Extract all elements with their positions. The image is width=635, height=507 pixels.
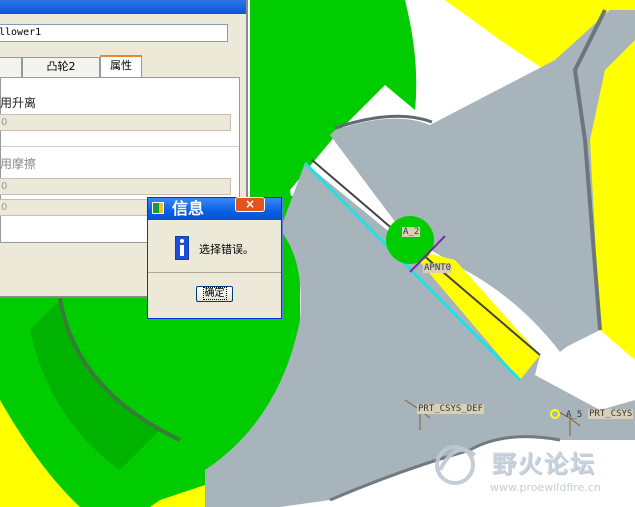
datum-label-a2: A_2	[402, 227, 421, 237]
section-divider	[1, 146, 239, 147]
properties-dialog-titlebar[interactable]	[0, 0, 246, 14]
section2-field1[interactable]: 0	[0, 178, 231, 195]
tab-first[interactable]	[0, 57, 22, 77]
datum-label-apnt0: APNT0	[423, 263, 453, 273]
info-icon	[175, 236, 189, 260]
message-box-title: 信息	[172, 199, 205, 218]
section1-field[interactable]: 0	[0, 114, 231, 131]
message-separator	[148, 272, 281, 273]
tab-properties[interactable]: 属性	[100, 55, 142, 78]
ok-button-label: 确定	[202, 287, 227, 300]
watermark-site-name: 野火论坛	[492, 450, 596, 478]
properties-tabs: 凸轮2 属性	[0, 55, 246, 78]
section2-label: 用摩擦	[0, 157, 37, 171]
close-button[interactable]: ×	[235, 197, 265, 212]
app-icon	[152, 202, 164, 214]
contact-green-bump	[386, 216, 434, 264]
watermark-url: www.proewildfire.cn	[490, 481, 601, 494]
datum-label-prt-csys-def: PRT_CSYS_DEF	[417, 404, 485, 414]
message-box: 信息 × 选择错误。 确定	[147, 197, 282, 319]
section1-label: 用升离	[0, 96, 37, 110]
message-text: 选择错误。	[199, 243, 254, 256]
datum-label-prt-csys-right: PRT_CSYS	[588, 409, 634, 419]
ok-button[interactable]: 确定	[196, 286, 233, 302]
tab-cam2[interactable]: 凸轮2	[22, 57, 100, 77]
name-input[interactable]: llower1	[0, 24, 228, 42]
datum-label-a5: A_5	[566, 410, 583, 420]
